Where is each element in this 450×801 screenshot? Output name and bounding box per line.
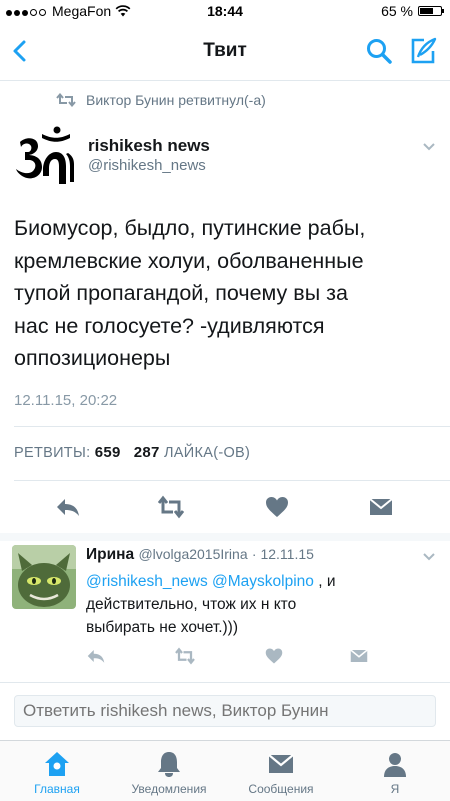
navigation-bar: Твит [0,22,450,81]
tweet-text-line: кремлевские холуи, оболваненные [14,248,364,273]
reply-text-line: действительно, чтож их н кто [86,596,297,613]
compose-tweet-icon[interactable] [408,36,438,66]
tab-bar: Главная Уведомления Сообщения Я [0,740,450,801]
heart-icon[interactable] [264,647,284,665]
tweet-text: Биомусор, быдло, путинские рабы, кремлев… [14,212,434,375]
heart-icon[interactable] [264,495,290,519]
tab-label: Сообщения [248,782,314,796]
reply-author-handle: @lvolga2015Irina [138,546,248,562]
reply-author[interactable]: Ирина @lvolga2015Irina · 12.11.15 [86,546,314,564]
battery-icon [418,6,444,16]
author-avatar[interactable] [12,124,76,188]
tab-notifications[interactable]: Уведомления [114,741,224,801]
section-divider [0,533,450,541]
reply-text: @rishikesh_news @Mayskolpino , и действи… [86,570,416,639]
envelope-icon [268,754,294,773]
tab-messages[interactable]: Сообщения [226,741,336,801]
likes-count: 287 [133,444,160,461]
chevron-down-icon[interactable] [422,142,436,152]
home-icon [45,752,69,776]
chevron-down-icon[interactable] [422,552,436,562]
tweet-text-line: нас не голосуете? -удивляются [14,313,325,338]
tweet-text-line: тупой пропагандой, почему вы за [14,281,348,305]
tweet-text-line: оппозиционеры [14,346,171,370]
cat-avatar-image [12,545,76,609]
reply-date: · 12.11.15 [251,546,314,562]
mention-link[interactable]: @Mayskolpino [212,573,314,590]
tab-profile[interactable]: Я [340,741,450,801]
reply-text-fragment: , и [313,573,336,590]
tab-label: Уведомления [131,782,207,796]
retweet-icon [56,93,76,107]
direct-message-icon[interactable] [349,647,369,665]
divider [14,480,450,481]
retweets-count: 659 [94,444,121,461]
reply-author-name: Ирина [86,546,135,563]
person-icon [384,753,406,777]
retweet-icon[interactable] [175,647,195,665]
reply-input[interactable] [14,695,436,727]
tab-label: Главная [34,782,80,796]
retweet-context-text: Виктор Бунин ретвитнул(-а) [86,92,266,108]
tab-home[interactable]: Главная [2,741,112,801]
mention-link[interactable]: @rishikesh_news [86,573,208,590]
likes-label: ЛАЙКА(-ОВ) [163,445,251,461]
divider [14,426,450,427]
reply-text-line: выбирать не хочет.))) [86,619,238,636]
tweet-stats[interactable]: РЕТВИТЫ: 659 287 ЛАЙКА(-ОВ) [14,444,250,461]
tweet-text-line: Биомусор, быдло, путинские рабы, [14,216,366,240]
direct-message-icon[interactable] [368,495,394,519]
retweet-context: Виктор Бунин ретвитнул(-а) [56,92,266,108]
author-name[interactable]: rishikesh news [88,136,210,156]
bell-icon [158,752,180,777]
reply-avatar[interactable] [12,545,76,609]
divider [0,682,450,683]
retweets-label: РЕТВИТЫ: [14,445,91,461]
status-bar: MegaFon 18:44 65 % [0,0,450,22]
reply-icon[interactable] [55,495,81,519]
retweet-icon[interactable] [158,495,184,519]
battery-percent: 65 % [381,3,413,19]
reply-icon[interactable] [86,647,106,665]
search-icon[interactable] [364,36,394,66]
author-handle[interactable]: @rishikesh_news [88,157,206,174]
tab-label: Я [390,782,400,796]
tweet-timestamp: 12.11.15, 20:22 [14,392,118,409]
